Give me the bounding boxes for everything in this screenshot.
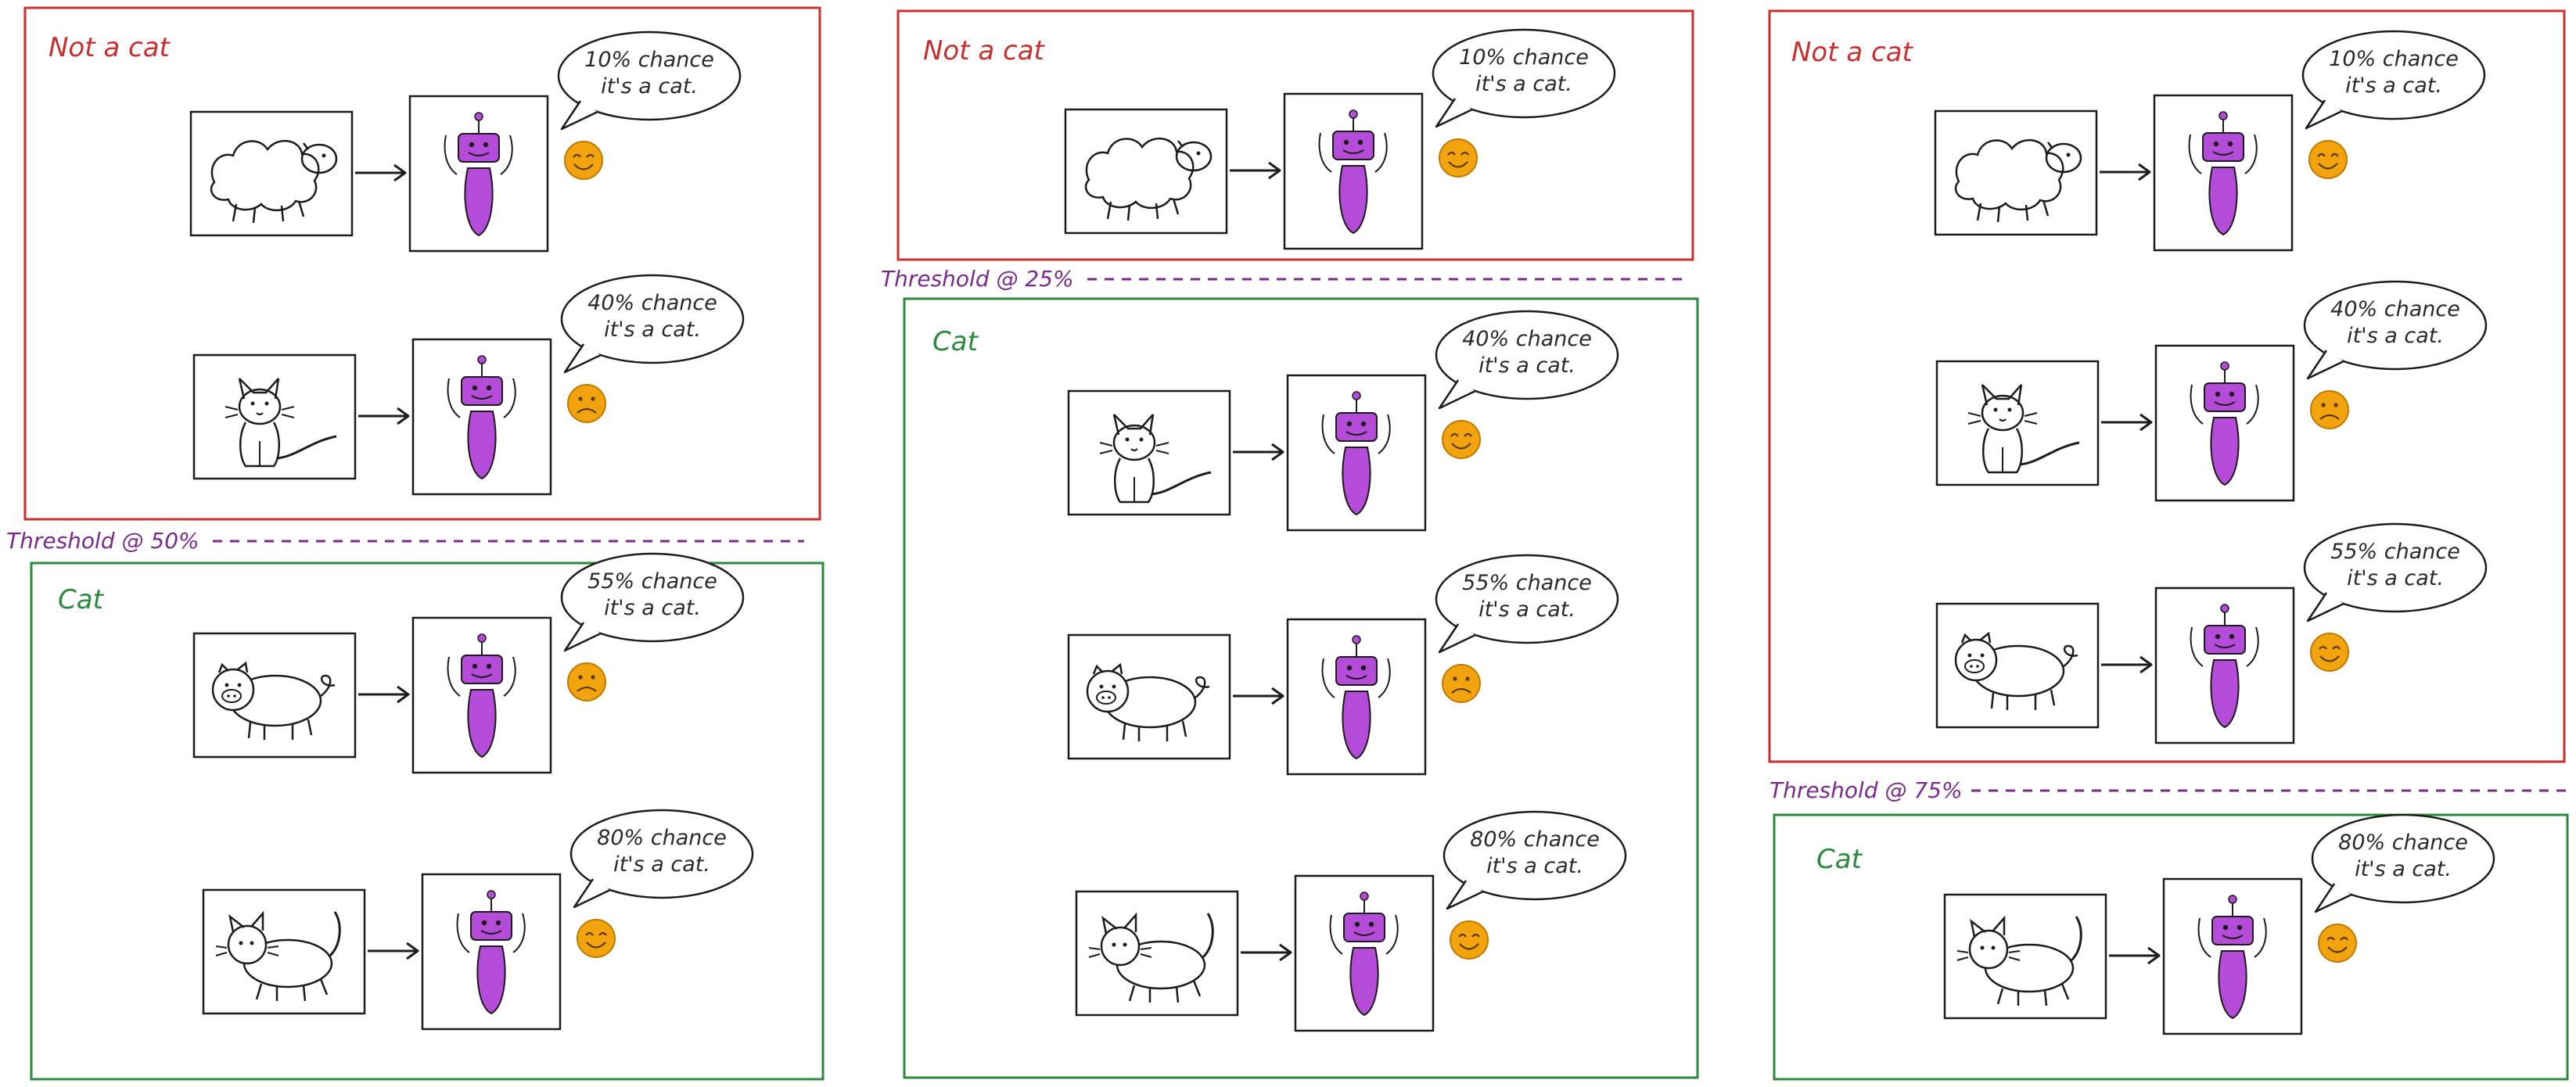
row-cat-walking: 80% chance it's a cat. — [202, 809, 754, 1031]
row-pig: 55% chance it's a cat. — [1935, 522, 2488, 744]
bubble-line-1: 80% chance — [1470, 827, 1600, 852]
threshold-label: Threshold @ 50% — [6, 528, 199, 554]
bubble-line-1: 80% chance — [2338, 830, 2468, 855]
bubble-line-2: it's a cat. — [613, 852, 710, 877]
bubble-line-1: 55% chance — [587, 569, 717, 594]
bubble-line-1: 55% chance — [2330, 540, 2460, 564]
box-label-not-cat: Not a cat — [1791, 37, 1914, 68]
row-sheep: 10% chance it's a cat. — [1934, 30, 2486, 252]
bubble-line-2: it's a cat. — [2345, 74, 2442, 98]
row-cat-sitting: 40% chance it's a cat. — [1067, 310, 1619, 532]
threshold-diagram: Not a cat 10% chance it's a cat. 40% cha… — [6, 6, 2569, 1081]
row-cat-walking: 80% chance it's a cat. — [1943, 813, 2495, 1035]
bubble-line-2: it's a cat. — [1475, 72, 1572, 96]
bubble-line-2: it's a cat. — [1478, 353, 1575, 378]
panel-threshold-75: Not a cat 10% chance it's a cat. 40% cha… — [1768, 9, 2569, 1081]
bubble-line-1: 10% chance — [584, 48, 714, 72]
bubble-line-2: it's a cat. — [601, 74, 698, 99]
row-cat-sitting: 40% chance it's a cat. — [1935, 280, 2488, 502]
row-sheep: 10% chance it's a cat. — [189, 30, 742, 253]
row-pig: 55% chance it's a cat. — [192, 552, 745, 774]
threshold-label: Threshold @ 25% — [881, 266, 1074, 292]
bubble-line-2: it's a cat. — [2347, 566, 2444, 590]
bubble-line-1: 55% chance — [1462, 571, 1592, 595]
threshold-label: Threshold @ 75% — [1769, 777, 1963, 803]
bubble-line-2: it's a cat. — [604, 596, 701, 620]
row-pig: 55% chance it's a cat. — [1067, 554, 1619, 776]
bubble-line-1: 10% chance — [1459, 45, 1589, 70]
panel-threshold-50: Not a cat 10% chance it's a cat. 40% cha… — [6, 6, 825, 1081]
bubble-line-2: it's a cat. — [2347, 324, 2444, 348]
bubble-line-1: 80% chance — [597, 826, 727, 850]
panel-threshold-25: Not a cat 10% chance it's a cat. Thresho… — [881, 9, 1699, 1079]
bubble-line-2: it's a cat. — [1478, 597, 1575, 622]
box-label-not-cat: Not a cat — [49, 32, 171, 63]
bubble-line-1: 40% chance — [1462, 327, 1592, 351]
bubble-line-1: 10% chance — [2329, 47, 2459, 71]
row-cat-sitting: 40% chance it's a cat. — [192, 274, 745, 496]
row-sheep: 10% chance it's a cat. — [1064, 28, 1616, 250]
bubble-line-2: it's a cat. — [604, 317, 701, 342]
bubble-line-1: 40% chance — [2330, 297, 2460, 321]
bubble-line-1: 40% chance — [587, 291, 717, 315]
row-cat-walking: 80% chance it's a cat. — [1075, 810, 1627, 1032]
bubble-line-2: it's a cat. — [1486, 854, 1583, 878]
box-label-cat: Cat — [932, 326, 979, 357]
bubble-line-2: it's a cat. — [2355, 857, 2452, 881]
box-label-not-cat: Not a cat — [923, 35, 1046, 66]
box-label-cat: Cat — [1816, 844, 1863, 875]
box-label-cat: Cat — [58, 584, 105, 615]
